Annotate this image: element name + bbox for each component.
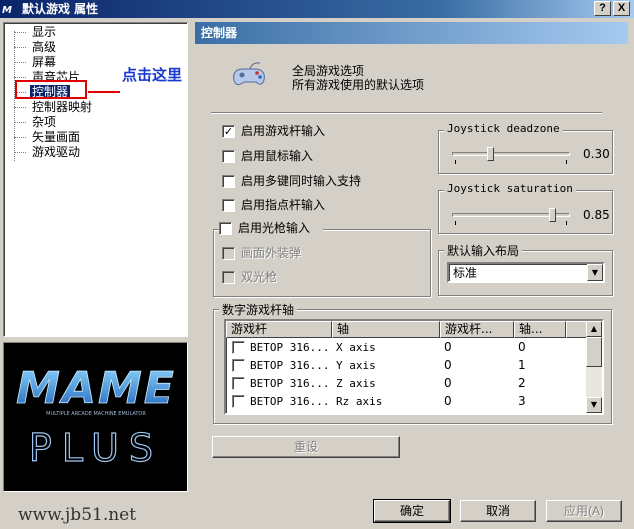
row-joystick: BETOP 316... [250,359,330,372]
row-axis-num: 2 [518,376,526,390]
apply-button[interactable]: 应用(A) [546,500,622,522]
deadzone-slider-thumb[interactable] [487,147,494,161]
row-axis: X axis [336,341,376,354]
row-axis-num: 0 [518,340,526,354]
deadzone-value: 0.30 [583,147,610,161]
input-layout-title: 默认输入布局 [444,242,523,259]
column-header-axis[interactable]: 轴 [332,321,440,338]
row-joystick: BETOP 316... [250,395,330,408]
input-layout-select[interactable]: 标准 ▼ [447,262,605,283]
chevron-down-icon[interactable]: ▼ [587,264,603,281]
row-joystick-num: 0 [444,340,452,354]
column-header-joystick[interactable]: 游戏杆 [226,321,332,338]
digital-axes-list[interactable]: 游戏杆 轴 游戏杆... 轴... BETOP 316... X axis 0 … [224,319,604,415]
row-checkbox[interactable] [232,377,245,390]
logo-plus-text: PLUS [29,426,163,470]
row-joystick-num: 0 [444,358,452,372]
tree-item-vector[interactable]: 矢量画面 [14,130,82,145]
column-header-axis-num[interactable]: 轴... [514,321,566,338]
tree-item-display[interactable]: 显示 [14,25,58,40]
column-header-joystick-num[interactable]: 游戏杆... [440,321,514,338]
digital-axes-title: 数字游戏杆轴 [219,301,298,318]
panel-header: 控制器 [195,22,628,44]
ok-button[interactable]: 确定 [373,499,451,523]
row-checkbox[interactable] [232,359,245,372]
scroll-up-icon[interactable]: ▲ [586,321,602,337]
separator [211,112,602,114]
checkbox-box[interactable] [222,199,235,212]
scroll-down-icon[interactable]: ▼ [586,397,602,413]
tree-item-misc[interactable]: 杂项 [14,115,58,130]
slider-tick [455,221,456,225]
annotation-line [88,91,120,93]
checkbox-box[interactable] [222,271,235,284]
row-axis-num: 3 [518,394,526,408]
checkbox-box[interactable]: ✓ [222,125,235,138]
tree-item-advanced[interactable]: 高级 [14,40,58,55]
logo-subtitle: MULTIPLE ARCADE MACHINE EMULATOR [46,411,146,417]
tree-item-controller-mapping[interactable]: 控制器映射 [14,100,94,115]
joystick-icon [230,60,270,95]
slider-tick [566,221,567,225]
window-title: 默认游戏 属性 [22,2,99,16]
title-bar: M 默认游戏 属性 ? X [0,0,634,18]
saturation-slider-thumb[interactable] [549,208,556,222]
list-scrollbar[interactable]: ▲ ▼ [586,321,602,413]
deadzone-title: Joystick deadzone [444,122,563,135]
saturation-title: Joystick saturation [444,182,576,195]
reset-button[interactable]: 重设 [212,436,400,458]
row-axis-num: 1 [518,358,526,372]
saturation-value: 0.85 [583,208,610,222]
row-axis: Z axis [336,377,376,390]
row-joystick-num: 0 [444,394,452,408]
row-joystick-num: 0 [444,376,452,390]
options-scope-subtitle: 所有游戏使用的默认选项 [292,78,425,92]
mame-plus-logo: MAME MULTIPLE ARCADE MACHINE EMULATOR PL… [3,342,188,492]
checkbox-box[interactable] [219,222,232,235]
cancel-button[interactable]: 取消 [460,500,536,522]
close-button[interactable]: X [613,1,630,16]
enable-lightgun-checkbox[interactable]: 启用光枪输入 [219,220,323,236]
help-button[interactable]: ? [594,1,611,16]
row-checkbox[interactable] [232,341,245,354]
lightgun-group [213,229,431,297]
row-joystick: BETOP 316... [250,341,330,354]
tree-item-screen[interactable]: 屏幕 [14,55,58,70]
checkbox-box[interactable] [222,175,235,188]
row-joystick: BETOP 316... [250,377,330,390]
column-header-filler [566,321,588,338]
watermark: www.jb51.net [18,505,137,525]
app-icon: M [2,5,12,16]
row-axis: Rz axis [336,395,383,408]
checkbox-box[interactable] [222,150,235,163]
scroll-thumb[interactable] [586,337,602,367]
annotation-highlight-box [15,80,87,99]
tree-item-game-driver[interactable]: 游戏驱动 [14,145,82,160]
row-axis: Y axis [336,359,376,372]
logo-mame-text: MAME [16,363,176,414]
row-checkbox[interactable] [232,395,245,408]
input-layout-value: 标准 [453,266,478,280]
annotation-text: 点击这里 [122,66,183,84]
deadzone-slider-track[interactable] [452,152,570,156]
slider-tick [566,160,567,164]
checkbox-box[interactable] [222,247,235,260]
slider-tick [455,160,456,164]
